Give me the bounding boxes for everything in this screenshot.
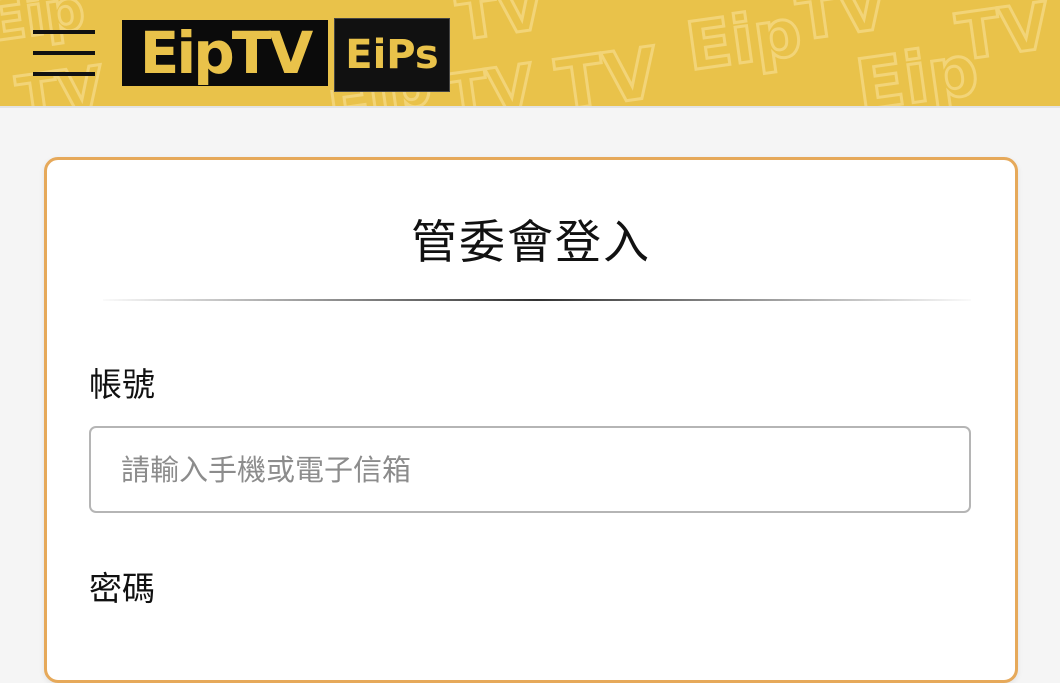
login-card: 管委會登入 帳號 密碼 <box>44 157 1018 683</box>
logo-text: EipTV <box>139 19 313 87</box>
page-title: 管委會登入 <box>411 215 651 269</box>
svg-text:TV: TV <box>952 0 1055 76</box>
password-label: 密碼 <box>89 569 155 608</box>
hamburger-menu-button[interactable] <box>33 30 95 78</box>
eips-logo-text: EiPs <box>345 32 439 78</box>
svg-text:Eip: Eip <box>682 0 807 86</box>
svg-text:TV: TV <box>551 31 663 106</box>
account-label: 帳號 <box>89 365 155 404</box>
account-input[interactable] <box>89 426 971 513</box>
app-header: TV TV Eip TV Eip TV Eip TV Eip TV EipTV … <box>0 0 1060 108</box>
eips-logo-badge: EiPs <box>334 18 450 92</box>
eiptv-logo[interactable]: EipTV EiPs <box>116 16 450 92</box>
title-divider <box>103 299 971 301</box>
svg-text:TV: TV <box>442 51 539 106</box>
svg-text:TV: TV <box>452 0 549 55</box>
